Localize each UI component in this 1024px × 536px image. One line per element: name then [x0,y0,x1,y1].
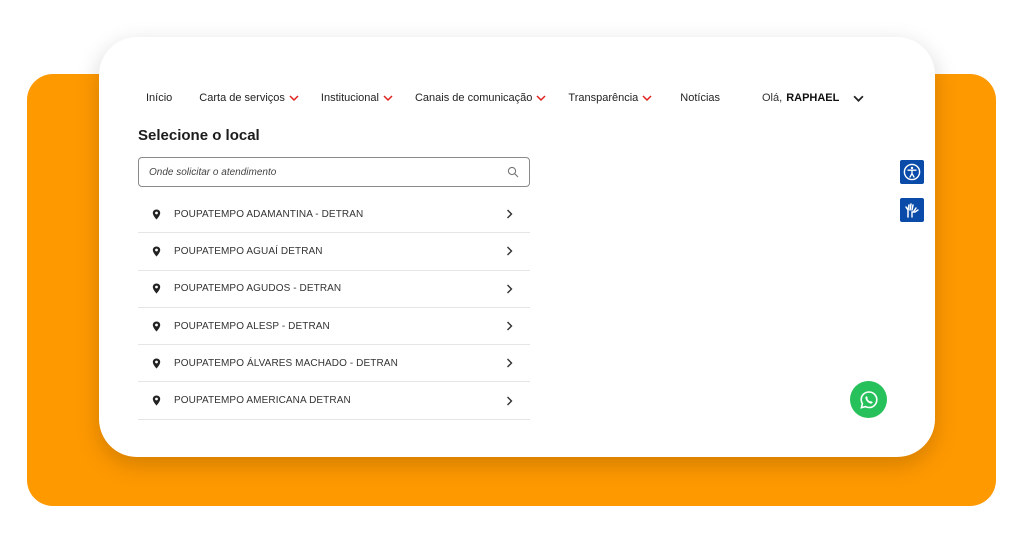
list-item[interactable]: POUPATEMPO AGUAÍ DETRAN [138,233,530,271]
search-icon[interactable] [507,166,519,178]
chevron-right-icon [507,284,513,294]
whatsapp-icon [859,390,878,409]
chevron-down-icon [642,95,652,102]
map-pin-icon [152,283,161,294]
whatsapp-button[interactable] [850,381,887,418]
location-label: POUPATEMPO ALESP - DETRAN [174,320,330,332]
list-item[interactable]: POUPATEMPO ADAMANTINA - DETRAN [138,196,530,234]
user-greeting: Olá, [762,92,783,104]
list-item[interactable]: POUPATEMPO ÁLVARES MACHADO - DETRAN [138,345,530,383]
nav-item-inicio[interactable]: Início [146,92,172,104]
map-pin-icon [152,209,161,220]
nav-item-label: Canais de comunicação [414,92,533,104]
chevron-down-icon [383,95,393,102]
nav-item-institucional[interactable]: Institucional [321,92,393,104]
map-pin-icon [152,395,161,406]
location-label: POUPATEMPO AGUAÍ DETRAN [174,245,323,257]
accessibility-icon [903,163,921,181]
screen-card: Início Carta de serviços Institucional C… [99,37,935,457]
list-item[interactable]: POUPATEMPO AGUDOS - DETRAN [138,271,530,308]
chevron-right-icon [507,209,513,219]
chevron-right-icon [507,396,513,406]
nav-item-label: Carta de serviços [199,92,285,104]
nav-item-transparencia[interactable]: Transparência [568,92,652,104]
map-pin-icon [152,246,161,257]
search-input[interactable] [149,166,507,178]
nav-item-canais-de-comunicacao[interactable]: Canais de comunicação [415,92,546,104]
nav-item-noticias[interactable]: Notícias [680,92,720,104]
stage: Início Carta de serviços Institucional C… [0,0,1024,536]
list-item[interactable]: POUPATEMPO ALESP - DETRAN [138,308,530,346]
chevron-down-icon [536,95,546,102]
nav-item-label: Início [146,92,173,104]
map-pin-icon [152,358,161,369]
nav-item-label: Notícias [680,92,721,104]
user-menu[interactable]: Olá, RAPHAEL [762,92,864,104]
nav-item-label: Institucional [320,92,379,104]
location-label: POUPATEMPO ÁLVARES MACHADO - DETRAN [174,357,398,369]
chevron-right-icon [507,321,513,331]
location-search[interactable] [138,157,530,187]
main-nav: Início Carta de serviços Institucional C… [146,92,720,104]
sign-language-icon [905,203,919,218]
sign-language-button[interactable] [900,198,924,222]
location-label: POUPATEMPO AMERICANA DETRAN [174,395,351,407]
chevron-right-icon [507,246,513,256]
page-title: Selecione o local [138,127,260,144]
chevron-right-icon [507,358,513,368]
map-pin-icon [152,321,161,332]
nav-item-carta-de-servicos[interactable]: Carta de serviços [199,92,299,104]
accessibility-button[interactable] [900,160,924,184]
location-label: POUPATEMPO ADAMANTINA - DETRAN [174,208,364,220]
chevron-down-icon [289,95,299,102]
list-item[interactable]: POUPATEMPO AMERICANA DETRAN [138,382,530,420]
user-name: RAPHAEL [786,92,840,104]
chevron-down-icon [853,95,864,102]
location-label: POUPATEMPO AGUDOS - DETRAN [174,283,342,295]
location-list: POUPATEMPO ADAMANTINA - DETRAN POUPATEMP… [138,196,530,420]
nav-item-label: Transparência [568,92,639,104]
